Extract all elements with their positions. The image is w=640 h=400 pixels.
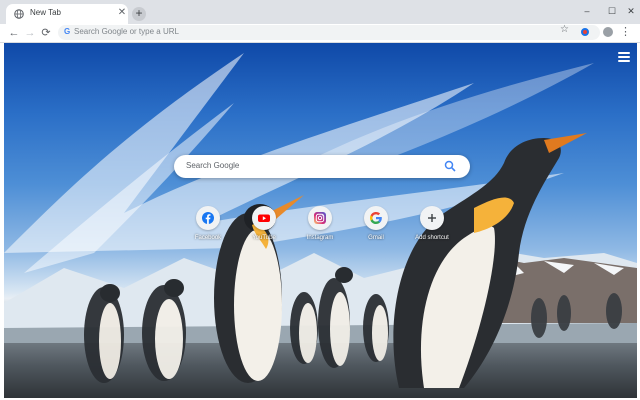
shortcut-label: Add shortcut [415, 235, 449, 241]
menu-icon[interactable]: ⋮ [620, 25, 631, 38]
shortcut-label: YouTube [252, 235, 276, 241]
instagram-icon [314, 212, 326, 224]
search-placeholder: Search Google [186, 161, 240, 170]
shortcut-label: Gmail [368, 235, 384, 241]
maximize-button[interactable]: ☐ [603, 3, 621, 19]
shortcut-tile[interactable] [308, 206, 332, 230]
shortcut-instagram[interactable]: Instagram [295, 206, 345, 246]
google-icon: G [64, 27, 71, 36]
close-window-button[interactable]: ✕ [622, 3, 640, 19]
google-icon [370, 212, 382, 224]
search-icon[interactable] [444, 160, 456, 172]
shortcut-add[interactable]: Add shortcut [407, 206, 457, 246]
facebook-icon [202, 212, 214, 224]
plus-icon [428, 214, 436, 222]
profile-avatar[interactable] [602, 26, 614, 38]
bookmark-star-icon[interactable]: ☆ [560, 24, 569, 35]
shortcut-tile[interactable] [196, 206, 220, 230]
shortcut-youtube[interactable]: YouTube [239, 206, 289, 246]
customize-menu-icon[interactable] [618, 52, 630, 62]
google-search-box[interactable]: Search Google [174, 155, 470, 178]
reload-button[interactable]: ⟳ [38, 25, 54, 41]
shortcuts-row: Facebook YouTube Instagram Gmail Add sho… [190, 206, 460, 246]
omnibox[interactable]: G Search Google or type a URL [58, 25, 600, 40]
omnibox-placeholder: Search Google or type a URL [74, 27, 179, 36]
shortcut-tile[interactable] [252, 206, 276, 230]
browser-window: New Tab ✕ + – ☐ ✕ ← → ⟳ G Search Google … [0, 0, 640, 400]
youtube-icon [258, 214, 270, 222]
new-tab-button[interactable]: + [132, 7, 146, 21]
shortcut-gmail[interactable]: Gmail [351, 206, 401, 246]
toolbar: ← → ⟳ G Search Google or type a URL ☆ ⋮ [0, 24, 640, 43]
minimize-button[interactable]: – [578, 3, 596, 19]
tab-title: New Tab [30, 8, 61, 17]
back-button[interactable]: ← [6, 25, 22, 41]
tab-new-tab[interactable]: New Tab ✕ [6, 4, 128, 24]
new-tab-page: Search Google Facebook YouTube Instagram… [4, 43, 637, 398]
shortcut-label: Facebook [194, 235, 222, 241]
shortcut-facebook[interactable]: Facebook [183, 206, 233, 246]
shortcut-tile[interactable] [420, 206, 444, 230]
tab-strip: New Tab ✕ + – ☐ ✕ [0, 0, 640, 24]
shortcut-tile[interactable] [364, 206, 388, 230]
forward-button[interactable]: → [22, 25, 38, 41]
shortcut-label: Instagram [306, 235, 334, 241]
close-tab-icon[interactable]: ✕ [116, 7, 128, 19]
extension-icon[interactable] [581, 28, 589, 36]
globe-icon [14, 9, 24, 19]
